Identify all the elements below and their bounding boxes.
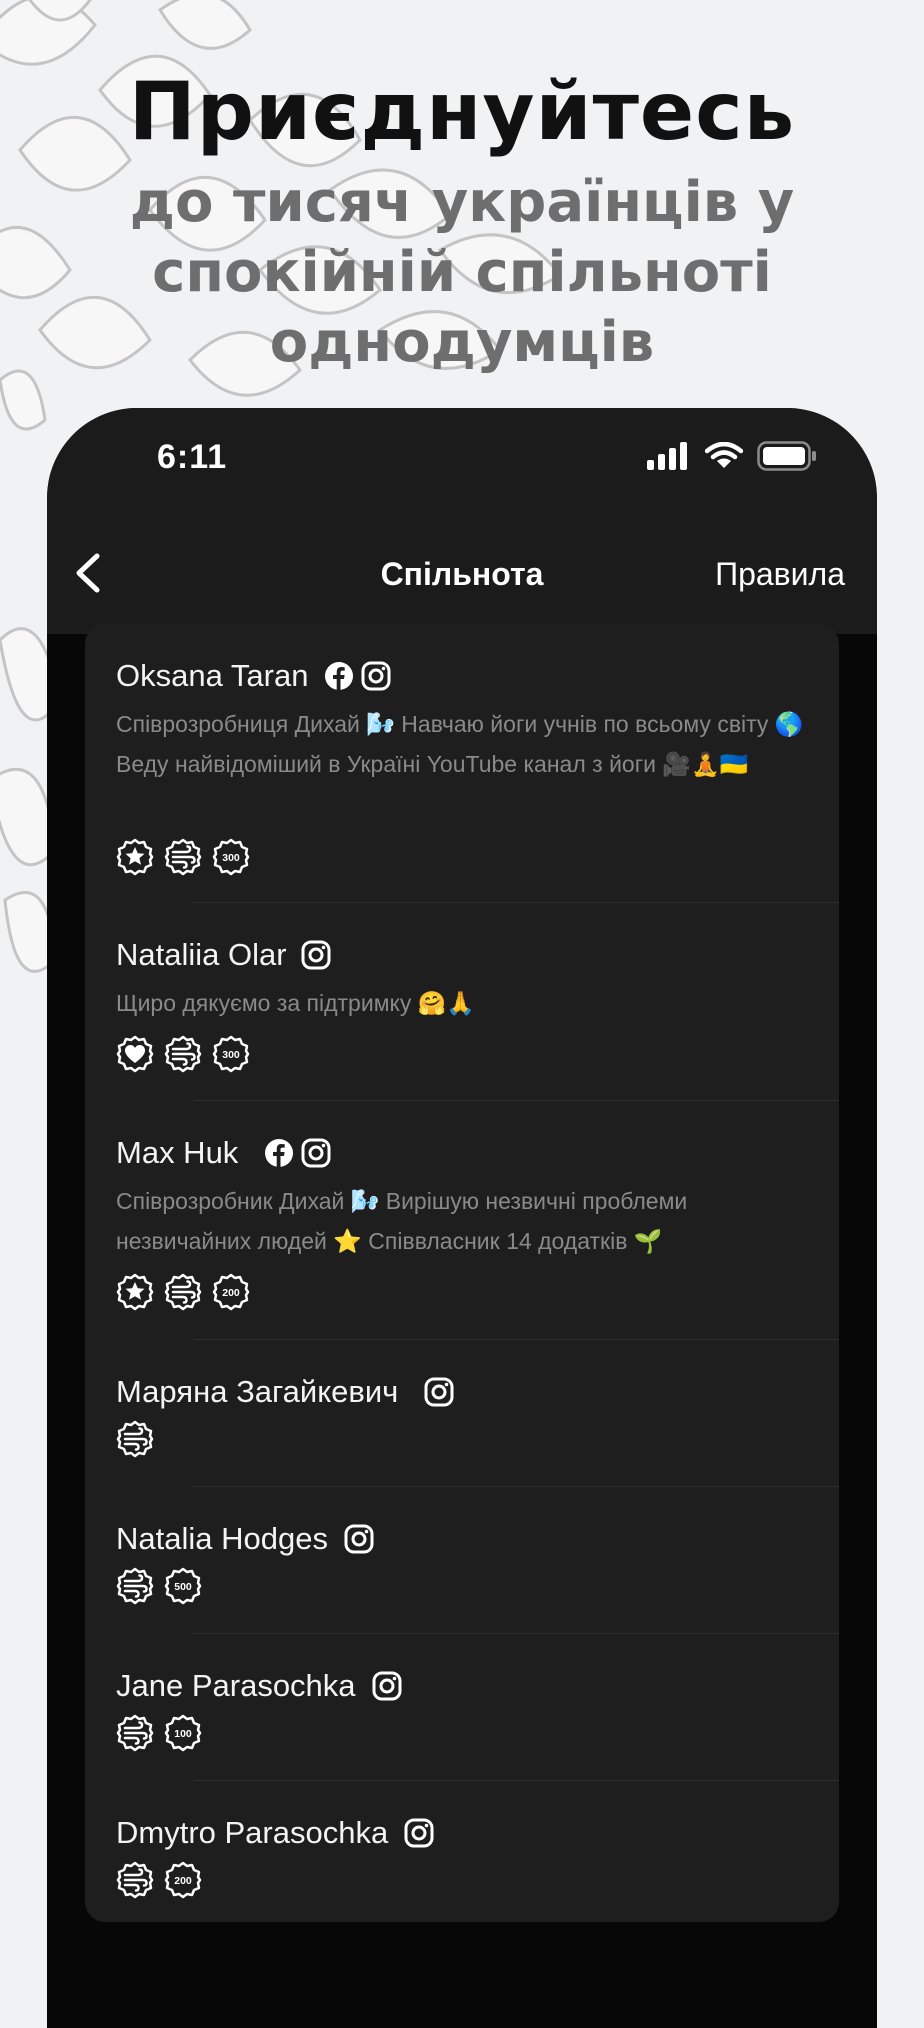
- rules-button[interactable]: Правила: [715, 556, 845, 593]
- instagram-icon[interactable]: [301, 940, 331, 970]
- badge-count: 500: [174, 1581, 192, 1593]
- count-badge-icon: 200: [164, 1861, 202, 1899]
- wind-badge-icon: [164, 1035, 202, 1073]
- badge-count: 200: [222, 1287, 240, 1299]
- list-item[interactable]: Natalia Hodges 500: [85, 1487, 839, 1633]
- count-badge-icon: 200: [212, 1273, 250, 1311]
- list-item[interactable]: Dmytro Parasochka 200: [85, 1781, 839, 1922]
- promo-title: Приєднуйтесь: [128, 65, 796, 158]
- count-badge-icon: 300: [212, 838, 250, 876]
- instagram-icon[interactable]: [361, 661, 391, 691]
- instagram-icon[interactable]: [344, 1524, 374, 1554]
- promo-subtitle: до тисяч українців у спокійній спільноті…: [129, 170, 795, 375]
- navigation-bar: Спільнота Правила: [47, 518, 877, 634]
- member-bio: Співрозробник Дихай 🌬️ Вирішую незвичні …: [116, 1188, 688, 1254]
- instagram-icon[interactable]: [372, 1671, 402, 1701]
- member-name: Nataliia Olar: [116, 937, 287, 972]
- wind-badge-icon: [116, 1567, 154, 1605]
- member-name: Маряна Загайкевич: [116, 1374, 399, 1409]
- wind-badge-icon: [164, 1273, 202, 1311]
- status-bar: 6:11: [47, 408, 877, 518]
- members-list: Oksana Taran Співрозробниця Дихай 🌬️ Нав…: [85, 624, 839, 1922]
- wind-badge-icon: [116, 1420, 154, 1458]
- star-badge-icon: [116, 838, 154, 876]
- facebook-icon[interactable]: [324, 661, 354, 691]
- member-bio: Щиро дякуємо за підтримку 🤗🙏: [116, 990, 475, 1016]
- status-icons: [647, 441, 817, 471]
- heart-badge-icon: [116, 1035, 154, 1073]
- phone-frame: 6:11 Спільнота Правила Oksana Taran Спів…: [47, 408, 877, 2028]
- cellular-signal-icon: [647, 442, 687, 470]
- badge-count: 300: [222, 1049, 240, 1061]
- member-name: Oksana Taran: [116, 658, 309, 693]
- wind-badge-icon: [116, 1714, 154, 1752]
- badge-count: 100: [174, 1728, 192, 1740]
- facebook-icon[interactable]: [264, 1138, 294, 1168]
- battery-icon: [757, 441, 816, 471]
- member-name: Natalia Hodges: [116, 1521, 328, 1556]
- wifi-icon: [705, 442, 743, 468]
- wind-badge-icon: [116, 1861, 154, 1899]
- instagram-icon[interactable]: [404, 1818, 434, 1848]
- instagram-icon[interactable]: [301, 1138, 331, 1168]
- member-name: Max Huk: [116, 1135, 239, 1170]
- badge-count: 200: [174, 1875, 192, 1887]
- list-item[interactable]: Nataliia Olar Щиро дякуємо за підтримку …: [85, 903, 839, 1100]
- wind-badge-icon: [164, 838, 202, 876]
- status-time: 6:11: [157, 438, 228, 476]
- count-badge-icon: 100: [164, 1714, 202, 1752]
- member-bio: Співрозробниця Дихай 🌬️ Навчаю йоги учні…: [116, 711, 804, 777]
- list-item[interactable]: Oksana Taran Співрозробниця Дихай 🌬️ Нав…: [85, 624, 839, 902]
- count-badge-icon: 500: [164, 1567, 202, 1605]
- count-badge-icon: 300: [212, 1035, 250, 1073]
- member-name: Dmytro Parasochka: [116, 1815, 389, 1850]
- star-badge-icon: [116, 1273, 154, 1311]
- promo-header: Приєднуйтесь до тисяч українців у спокій…: [0, 62, 924, 378]
- instagram-icon[interactable]: [424, 1377, 454, 1407]
- list-item[interactable]: Jane Parasochka 100: [85, 1634, 839, 1780]
- list-item[interactable]: Max Huk Співрозробник Дихай 🌬️ Вирішую н…: [85, 1101, 839, 1339]
- badge-count: 300: [222, 852, 240, 864]
- member-name: Jane Parasochka: [116, 1668, 356, 1703]
- list-item[interactable]: Маряна Загайкевич: [85, 1340, 839, 1486]
